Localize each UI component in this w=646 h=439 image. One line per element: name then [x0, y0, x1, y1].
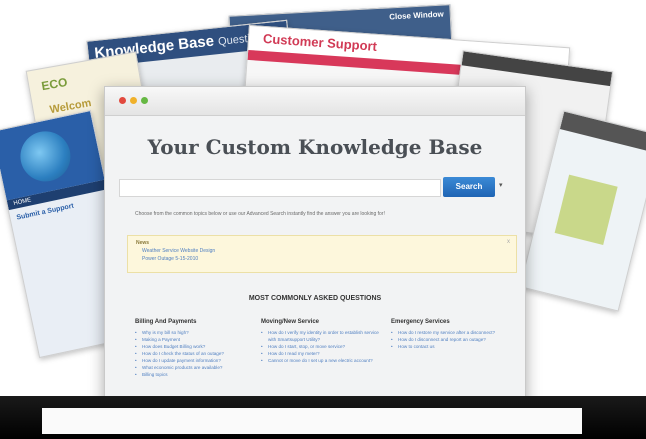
- faq-link[interactable]: How do I verify my identity in order to …: [261, 329, 387, 343]
- faq-column-title: Moving/New Service: [261, 319, 320, 325]
- page-title: Your Custom Knowledge Base: [147, 135, 483, 159]
- knowledge-base-subtitle: Questi: [217, 32, 251, 49]
- card-image: [554, 174, 618, 245]
- eco-logo: ECO: [40, 74, 69, 94]
- faq-link[interactable]: How do I update payment information?: [135, 357, 261, 364]
- faq-heading: MOST COMMONLY ASKED QUESTIONS: [248, 295, 382, 302]
- news-title: News: [136, 240, 150, 246]
- faq-link[interactable]: How do I restore my service after a disc…: [391, 329, 517, 336]
- globe-icon: [15, 126, 76, 187]
- faq-link[interactable]: How do I disconnect and report an outage…: [391, 336, 517, 343]
- faq-column-title: Emergency Services: [391, 319, 450, 325]
- faq-link[interactable]: Cannot or move do I set up a new electri…: [261, 357, 387, 364]
- faq-column-moving: Moving/New Service How do I verify my id…: [261, 319, 387, 364]
- faq-link[interactable]: How to contact us: [391, 343, 517, 350]
- faq-link[interactable]: How do I start, stop, or move service?: [261, 343, 387, 350]
- faq-link[interactable]: Making a Payment: [135, 336, 261, 343]
- main-window: Your Custom Knowledge Base Search ▾ Choo…: [104, 86, 526, 408]
- close-window-text: Close Window: [388, 9, 444, 22]
- faq-link[interactable]: Why is my bill so high?: [135, 329, 261, 336]
- window-titlebar: [105, 87, 525, 116]
- helper-text: Choose from the common topics below or u…: [135, 211, 385, 217]
- faq-link[interactable]: How do I check the status of an outage?: [135, 350, 261, 357]
- faq-column-title: Billing And Payments: [135, 319, 197, 325]
- faq-column-emergency: Emergency Services How do I restore my s…: [391, 319, 517, 350]
- close-window-button[interactable]: [119, 97, 126, 104]
- faq-column-billing: Billing And Payments Why is my bill so h…: [135, 319, 261, 378]
- faq-link[interactable]: How does Budget Billing work?: [135, 343, 261, 350]
- faq-link[interactable]: Billing topics: [135, 371, 261, 378]
- faq-link[interactable]: What economic products are available?: [135, 364, 261, 371]
- reflection-strip: [42, 408, 582, 434]
- news-item[interactable]: Weather Service Website Design: [142, 248, 215, 254]
- advanced-search-caret-icon[interactable]: ▾: [499, 181, 509, 191]
- search-input[interactable]: [119, 179, 441, 197]
- news-box: News Weather Service Website Design Powe…: [127, 235, 517, 273]
- search-button[interactable]: Search: [443, 177, 495, 197]
- faq-link[interactable]: How do I read my meter?: [261, 350, 387, 357]
- maximize-window-button[interactable]: [141, 97, 148, 104]
- minimize-window-button[interactable]: [130, 97, 137, 104]
- close-icon[interactable]: x: [507, 239, 510, 245]
- news-item[interactable]: Power Outage 5-15-2010: [142, 256, 198, 262]
